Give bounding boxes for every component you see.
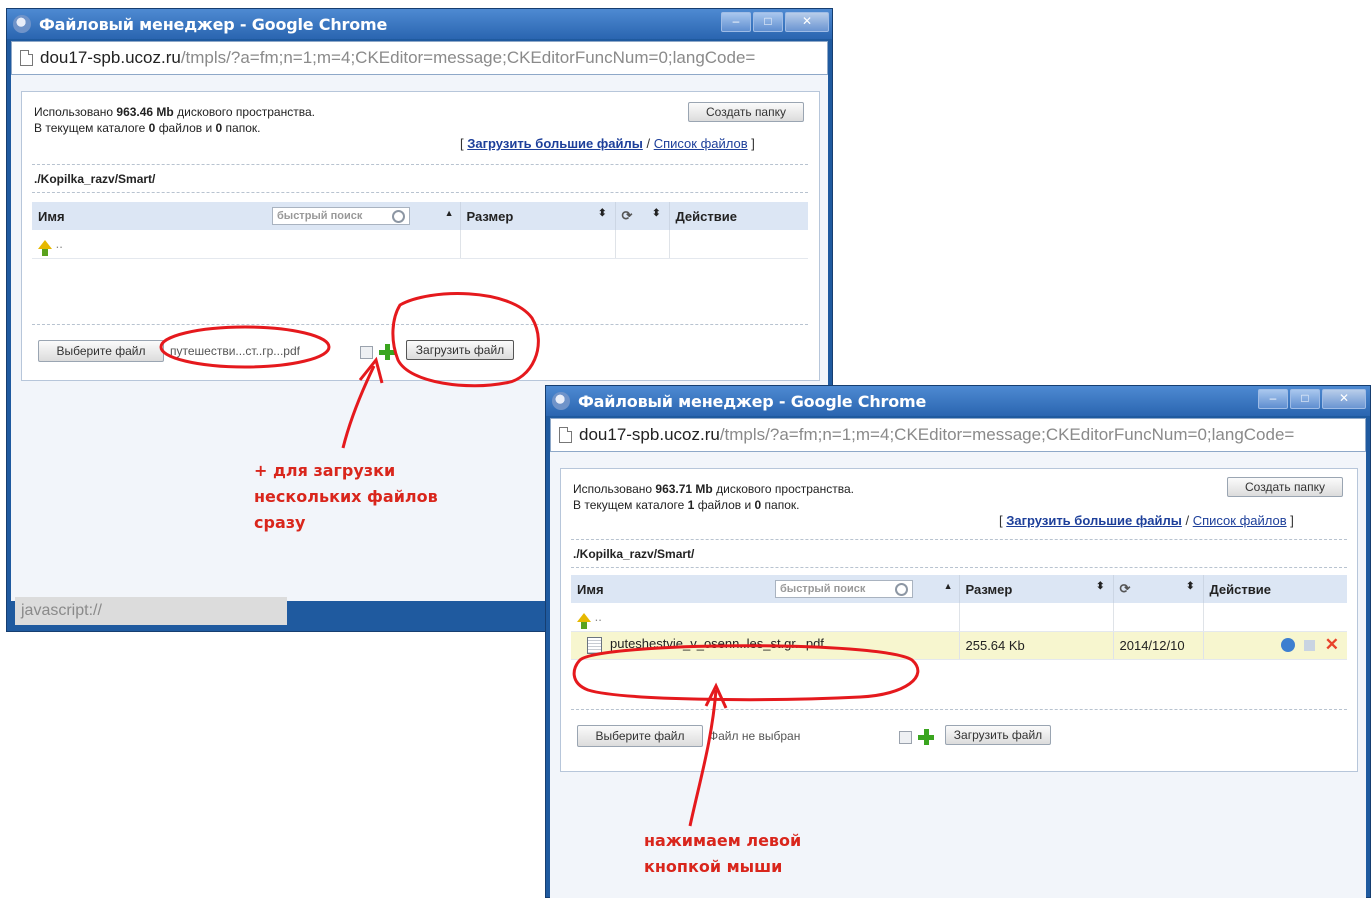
file-manager-panel: Использовано 963.46 Mb дискового простра… — [21, 91, 820, 381]
divider — [571, 539, 1347, 540]
close-button[interactable]: ✕ — [1322, 389, 1366, 409]
disk-usage-text: Использовано 963.46 Mb дискового простра… — [34, 105, 315, 135]
sort-icon[interactable]: ⬍ — [652, 208, 660, 219]
current-path: ./Kopilka_razv/Smart/ — [34, 172, 156, 186]
upload-file-button[interactable]: Загрузить файл — [945, 725, 1051, 745]
file-size: 255.64 Kb — [959, 631, 1114, 660]
upload-big-files-link[interactable]: Загрузить большие файлы — [467, 136, 643, 151]
url-text: dou17-spb.ucoz.ru/tmpls/?a=fm;n=1;m=4;CK… — [40, 48, 756, 67]
window-title: Файловый менеджер - Google Chrome — [578, 392, 927, 411]
folder-up-icon[interactable] — [38, 240, 52, 257]
maximize-button[interactable]: □ — [1290, 389, 1320, 409]
create-folder-button[interactable]: Создать папку — [1227, 477, 1343, 497]
address-bar[interactable]: dou17-spb.ucoz.ru/tmpls/?a=fm;n=1;m=4;CK… — [11, 41, 828, 75]
multi-upload-checkbox[interactable] — [360, 346, 373, 359]
file-date: 2014/12/10 — [1113, 631, 1204, 660]
file-list-link[interactable]: Список файлов — [1193, 513, 1287, 528]
add-file-plus-icon[interactable] — [378, 343, 396, 361]
col-size-header[interactable]: Размер ⬍ — [460, 202, 616, 230]
title-bar: Файловый менеджер - Google Chrome – □ ✕ — [7, 9, 832, 39]
chosen-file-text: путешестви...ст..гр...pdf — [170, 344, 300, 358]
minimize-button[interactable]: – — [721, 12, 751, 32]
file-name[interactable]: puteshestvie_v_osenn..les_st.gr...pdf — [610, 636, 824, 651]
maximize-button[interactable]: □ — [753, 12, 783, 32]
file-table: Имя быстрый поиск ▲ Размер ⬍ ⟳ ⬍ Действие … — [32, 202, 808, 259]
chrome-icon — [552, 392, 570, 410]
divider — [32, 164, 808, 165]
window-title: Файловый менеджер - Google Chrome — [39, 15, 388, 34]
col-downloads-header[interactable]: ⟳ ⬍ — [1113, 575, 1204, 603]
col-downloads-header[interactable]: ⟳ ⬍ — [615, 202, 670, 230]
title-bar: Файловый менеджер - Google Chrome – □ ✕ — [546, 386, 1370, 416]
pdf-file-icon — [587, 636, 602, 654]
divider — [32, 324, 808, 325]
col-name-header[interactable]: Имя быстрый поиск ▲ — [32, 202, 461, 230]
table-row[interactable]: puteshestvie_v_osenn..les_st.gr...pdf 25… — [571, 631, 1347, 660]
chrome-icon — [13, 15, 31, 33]
current-path: ./Kopilka_razv/Smart/ — [573, 547, 695, 561]
chosen-file-text: Файл не выбран — [709, 729, 801, 743]
table-header: Имя быстрый поиск ▲ Размер ⬍ ⟳ ⬍ Действие — [32, 202, 808, 230]
annotation-multi-upload: + для загрузки нескольких файлов сразу — [254, 461, 438, 532]
upload-big-files-link[interactable]: Загрузить большие файлы — [1006, 513, 1182, 528]
col-name-header[interactable]: Имя быстрый поиск ▲ — [571, 575, 960, 603]
sort-up-icon[interactable]: ▲ — [445, 208, 454, 218]
delete-icon[interactable]: ✕ — [1325, 635, 1339, 655]
url-text: dou17-spb.ucoz.ru/tmpls/?a=fm;n=1;m=4;CK… — [579, 425, 1295, 444]
table-row-up[interactable]: .. — [32, 230, 808, 259]
minimize-button[interactable]: – — [1258, 389, 1288, 409]
search-icon — [895, 583, 908, 596]
address-bar[interactable]: dou17-spb.ucoz.ru/tmpls/?a=fm;n=1;m=4;CK… — [550, 418, 1366, 452]
divider — [32, 192, 808, 193]
upload-links: [ Загрузить большие файлы / Список файло… — [460, 136, 755, 151]
disk-usage-text: Использовано 963.71 Mb дискового простра… — [573, 482, 854, 512]
choose-file-button[interactable]: Выберите файл — [38, 340, 164, 362]
add-file-plus-icon[interactable] — [917, 728, 935, 746]
page-icon — [20, 50, 33, 66]
search-input[interactable]: быстрый поиск — [775, 580, 913, 598]
choose-file-button[interactable]: Выберите файл — [577, 725, 703, 747]
sort-icon[interactable]: ⬍ — [598, 208, 606, 219]
close-button[interactable]: ✕ — [785, 12, 829, 32]
info-icon[interactable] — [1280, 638, 1295, 652]
upload-file-button[interactable]: Загрузить файл — [406, 340, 514, 360]
annotation-left-click: нажимаем левой кнопкой мыши — [644, 831, 802, 876]
col-size-header[interactable]: Размер ⬍ — [959, 575, 1114, 603]
page-icon — [559, 427, 572, 443]
upload-links: [ Загрузить большие файлы / Список файло… — [999, 513, 1294, 528]
status-bar: javascript:// — [15, 597, 287, 625]
sort-up-icon[interactable]: ▲ — [944, 581, 953, 591]
sort-icon[interactable]: ⬍ — [1096, 581, 1104, 592]
sort-icon[interactable]: ⬍ — [1186, 581, 1194, 592]
file-table: Имя быстрый поиск ▲ Размер ⬍ ⟳ ⬍ Действие … — [571, 575, 1347, 660]
create-folder-button[interactable]: Создать папку — [688, 102, 804, 122]
col-action-header: Действие — [669, 202, 808, 230]
table-row-up[interactable]: .. — [571, 603, 1347, 632]
downloads-icon: ⟳ — [1119, 581, 1131, 596]
divider — [571, 709, 1347, 710]
multi-upload-checkbox[interactable] — [899, 731, 912, 744]
edit-icon[interactable] — [1304, 639, 1316, 651]
search-icon — [392, 210, 405, 223]
downloads-icon: ⟳ — [621, 208, 633, 223]
table-header: Имя быстрый поиск ▲ Размер ⬍ ⟳ ⬍ Действие — [571, 575, 1347, 603]
col-action-header: Действие — [1203, 575, 1347, 603]
file-list-link[interactable]: Список файлов — [654, 136, 748, 151]
search-input[interactable]: быстрый поиск — [272, 207, 410, 225]
browser-window-2: Файловый менеджер - Google Chrome – □ ✕ … — [545, 385, 1371, 898]
divider — [571, 567, 1347, 568]
file-manager-panel: Использовано 963.71 Mb дискового простра… — [560, 468, 1358, 772]
folder-up-icon[interactable] — [577, 613, 591, 630]
